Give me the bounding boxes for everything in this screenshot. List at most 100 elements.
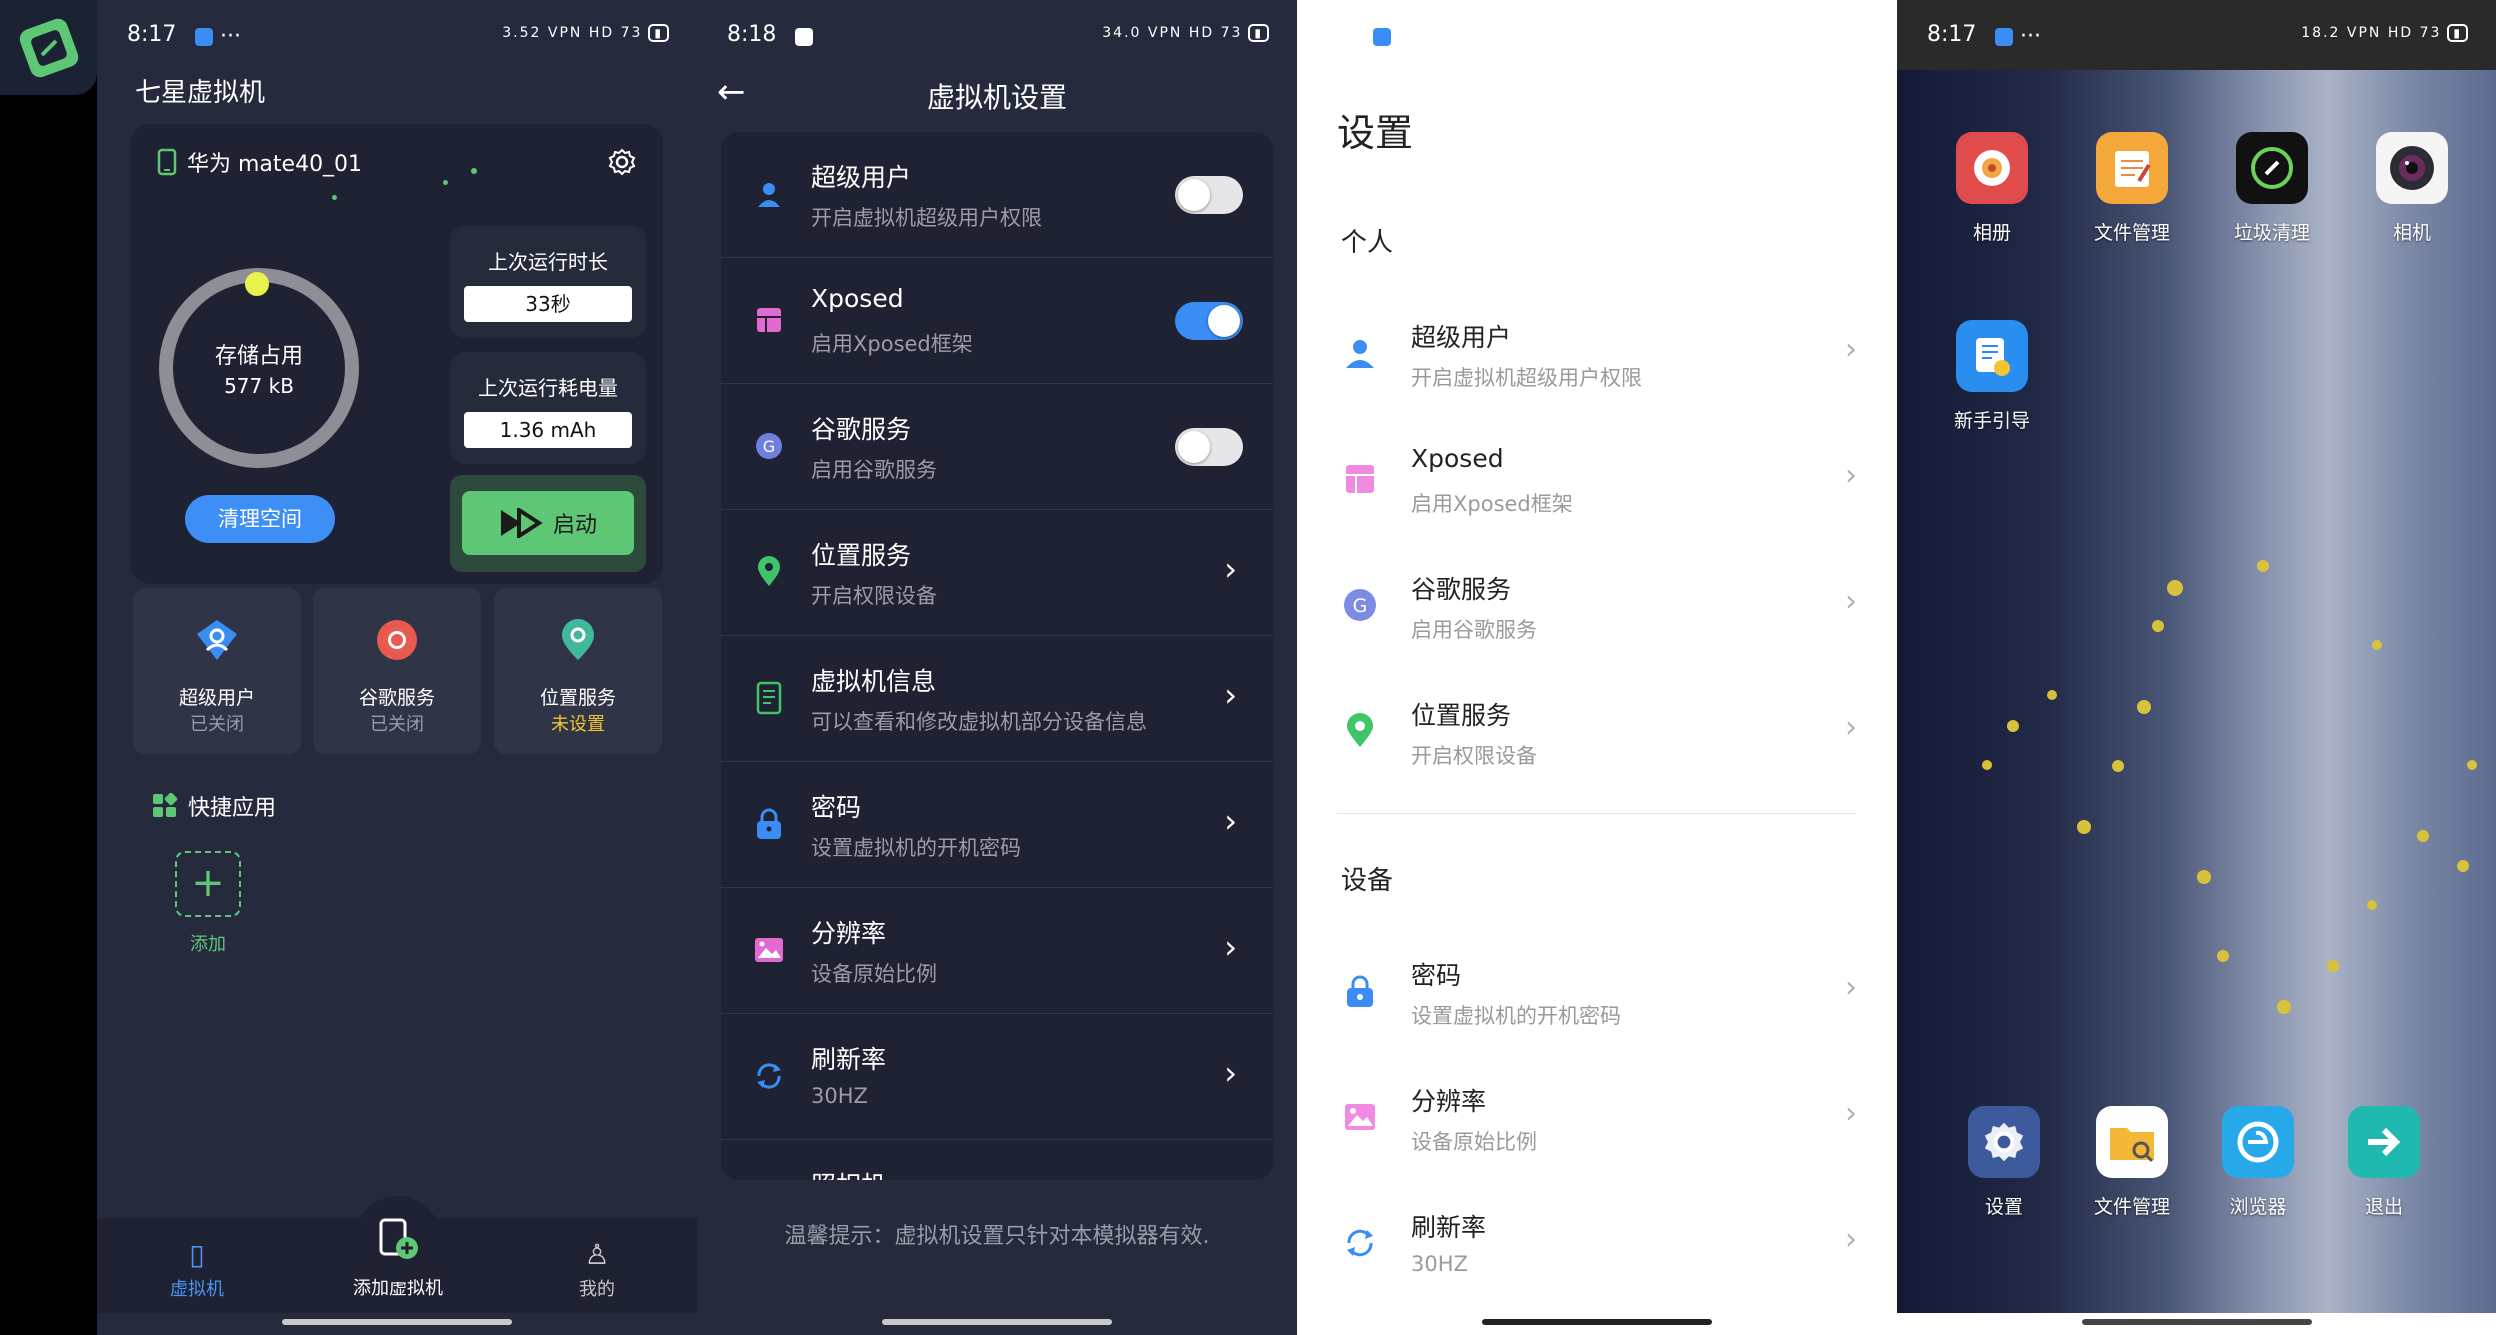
app-label: 设置 — [1984, 1196, 2023, 1218]
add-vm-fab[interactable] — [355, 1196, 441, 1282]
storage-label: 存储占用 — [214, 344, 303, 369]
home-indicator[interactable] — [882, 1319, 1112, 1325]
add-quick-app-button[interactable]: + — [175, 851, 241, 917]
setting-row-password[interactable]: 密码 设置虚拟机的开机密码 › — [721, 762, 1273, 888]
setting-title: 虚拟机信息 — [811, 667, 937, 696]
nav-vm[interactable]: ▯ 虚拟机 — [127, 1238, 267, 1301]
app-cleaner[interactable]: 垃圾清理 — [2217, 132, 2327, 245]
battery-icon: ▮ — [2447, 24, 2468, 42]
setting-title: 位置服务 — [811, 541, 912, 570]
add-device-icon — [379, 1218, 418, 1259]
vm-home-screen: 8:17 ··· 3.52 VPN HD 73 ▮ 七星虚拟机 华为 mate40… — [97, 0, 697, 1335]
setting-title: 位置服务 — [1411, 701, 1512, 730]
dock-browser[interactable]: 浏览器 — [2203, 1106, 2313, 1219]
xposed-toggle[interactable] — [1175, 302, 1243, 340]
blossom — [2257, 560, 2269, 572]
setting-row-refresh-rate[interactable]: 刷新率 30HZ › — [1297, 1180, 1897, 1306]
add-quick-app-label: 添加 — [190, 934, 226, 955]
setting-row-password[interactable]: 密码 设置虚拟机的开机密码 › — [1297, 928, 1897, 1054]
blossom — [2277, 1000, 2291, 1014]
status-time: 8:18 — [727, 22, 777, 47]
dock-settings[interactable]: 设置 — [1949, 1106, 2059, 1219]
home-indicator[interactable] — [1482, 1319, 1712, 1325]
status-icons-text: 18.2 VPN HD 73 — [2301, 25, 2442, 41]
notification-icon — [1373, 24, 1391, 49]
nav-mine[interactable]: ♙ 我的 — [527, 1238, 667, 1301]
location-icon — [562, 619, 594, 660]
app-logo — [0, 0, 97, 95]
gear-icon[interactable] — [607, 147, 637, 184]
setting-row-camera[interactable]: 照相机 — [721, 1140, 1273, 1180]
google-toggle[interactable] — [1175, 428, 1243, 466]
google-g-icon: G — [751, 428, 787, 464]
blossom — [2467, 760, 2477, 770]
setting-row-resolution[interactable]: 分辨率 设备原始比例 › — [721, 888, 1273, 1014]
battery-icon: ▮ — [648, 24, 669, 42]
storage-ring-indicator — [245, 272, 269, 296]
setting-row-xposed[interactable]: Xposed 启用Xposed框架 — [721, 258, 1273, 384]
decor-dot — [443, 180, 448, 185]
clear-space-button[interactable]: 清理空间 — [185, 495, 335, 543]
device-name: 华为 mate40_01 — [187, 152, 363, 177]
home-indicator[interactable] — [2081, 1319, 2312, 1325]
setting-subtitle: 设备原始比例 — [1411, 1130, 1537, 1154]
screenshot-collage: 8:17 ··· 3.52 VPN HD 73 ▮ 七星虚拟机 华为 mate40… — [0, 0, 2496, 1335]
setting-subtitle: 可以查看和修改虚拟机部分设备信息 — [811, 710, 1147, 734]
setting-title: 超级用户 — [811, 163, 912, 192]
setting-subtitle: 30HZ — [1411, 1252, 1468, 1276]
camera-icon — [2376, 132, 2448, 204]
dock-file-manager[interactable]: 文件管理 — [2077, 1106, 2187, 1219]
setting-row-location[interactable]: 位置服务 开启权限设备 › — [1297, 668, 1897, 794]
settings-screen-light: 设置 个人 超级用户 开启虚拟机超级用户权限 › Xposed 启用Xposed… — [1297, 0, 1897, 1335]
quick-apps-header: 快捷应用 — [152, 790, 276, 822]
quick-card-superuser[interactable]: 超级用户 已关闭 — [133, 588, 301, 754]
setting-subtitle: 开启权限设备 — [811, 584, 937, 608]
app-camera[interactable]: 相机 — [2357, 132, 2467, 245]
app-label: 文件管理 — [2093, 1196, 2170, 1218]
superuser-toggle[interactable] — [1175, 176, 1243, 214]
setting-row-google[interactable]: G 谷歌服务 启用谷歌服务 — [721, 384, 1273, 510]
setting-title: Xposed — [1411, 444, 1504, 473]
setting-row-superuser[interactable]: 超级用户 开启虚拟机超级用户权限 › — [1297, 290, 1897, 416]
setting-row-superuser[interactable]: 超级用户 开启虚拟机超级用户权限 — [721, 132, 1273, 258]
home-indicator[interactable] — [282, 1319, 512, 1325]
status-bar: 8:18 34.0 VPN HD 73 ▮ — [697, 0, 1297, 70]
app-gallery[interactable]: 相册 — [1937, 132, 2047, 245]
setting-row-resolution[interactable]: 分辨率 设备原始比例 › — [1297, 1054, 1897, 1180]
chevron-right-icon: › — [1224, 676, 1237, 714]
setting-subtitle: 设置虚拟机的开机密码 — [811, 836, 1021, 860]
setting-row-google[interactable]: G 谷歌服务 启用谷歌服务 › — [1297, 542, 1897, 668]
decor-dot — [332, 195, 337, 200]
location-pin-icon — [1341, 712, 1379, 750]
setting-row-refresh-rate[interactable]: 刷新率 30HZ › — [721, 1014, 1273, 1140]
app-label: 文件管理 — [2093, 222, 2170, 244]
blossom — [2217, 950, 2229, 962]
blossom — [2112, 760, 2124, 772]
status-icons-text: 3.52 VPN HD 73 — [502, 25, 643, 41]
google-g-icon: G — [1341, 586, 1379, 624]
dock-exit[interactable]: 退出 — [2329, 1106, 2439, 1219]
superuser-icon — [197, 620, 237, 660]
vm-launcher-screen: 8:17 ··· 18.2 VPN HD 73 ▮ 相册 文件管理 垃圾清理 相机… — [1897, 0, 2496, 1335]
setting-row-location[interactable]: 位置服务 开启权限设备 › — [721, 510, 1273, 636]
app-guide[interactable]: 新手引导 — [1937, 320, 2047, 433]
phone-icon — [157, 148, 177, 176]
quick-card-location[interactable]: 位置服务 未设置 — [494, 588, 662, 754]
last-power-value: 1.36 mAh — [464, 412, 632, 448]
setting-row-vm-info[interactable]: 虚拟机信息 可以查看和修改虚拟机部分设备信息 › — [721, 636, 1273, 762]
app-file-manager[interactable]: 文件管理 — [2077, 132, 2187, 245]
start-button[interactable]: 启动 — [462, 491, 634, 555]
status-icons: 3.52 VPN HD 73 ▮ — [502, 24, 669, 42]
app-title: 七星虚拟机 — [135, 78, 266, 108]
chevron-right-icon: › — [1224, 550, 1237, 588]
device-info-icon — [751, 680, 787, 716]
blossom — [2152, 620, 2164, 632]
blossom — [2047, 690, 2057, 700]
app-label: 新手引导 — [1953, 410, 2030, 432]
blossom — [2167, 580, 2183, 596]
setting-row-xposed[interactable]: Xposed 启用Xposed框架 › — [1297, 416, 1897, 542]
refresh-icon — [751, 1058, 787, 1094]
last-power-label: 上次运行耗电量 — [478, 376, 618, 400]
status-icons: 18.2 VPN HD 73 ▮ — [2301, 24, 2468, 42]
quick-card-google[interactable]: 谷歌服务 已关闭 — [313, 588, 481, 754]
